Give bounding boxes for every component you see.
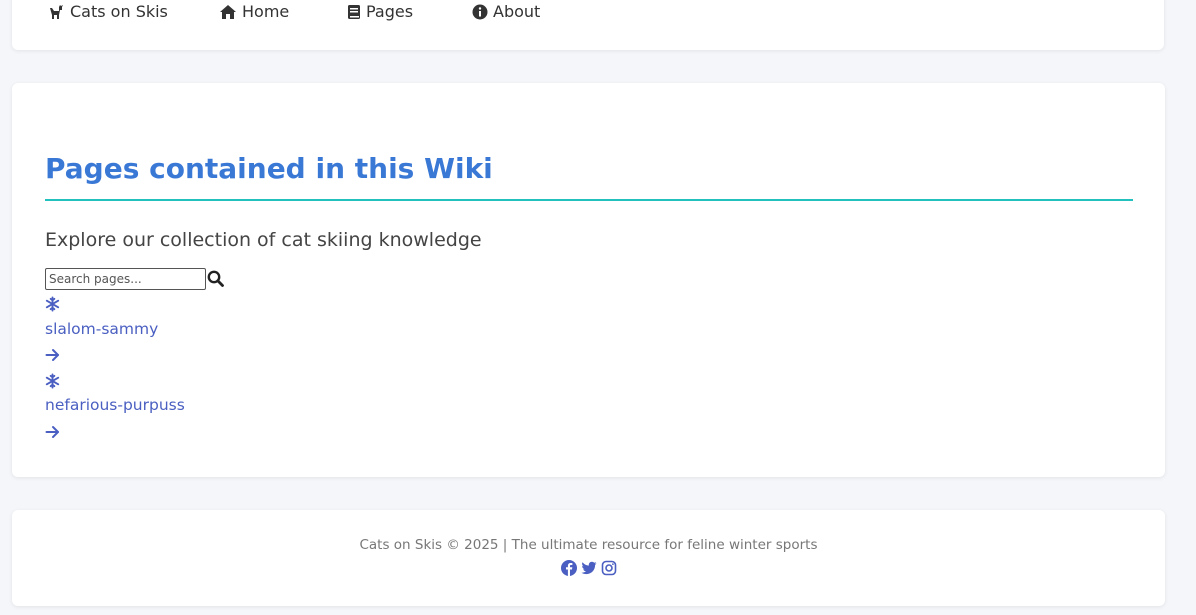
nav-item-pages-label: Pages [366, 2, 414, 21]
nav-item-about[interactable]: About [472, 0, 540, 23]
page-link-nefarious-purpuss[interactable]: nefarious-purpuss [45, 396, 185, 414]
top-navbar: Cats on Skis Home Pages About [12, 0, 1164, 50]
page-subtitle: Explore our collection of cat skiing kno… [45, 229, 482, 251]
footer-copyright: Cats on Skis © 2025 | The ultimate resou… [359, 537, 818, 553]
facebook-icon[interactable] [561, 560, 577, 576]
snowflake-icon [45, 373, 60, 389]
info-icon [472, 4, 488, 19]
title-divider [45, 199, 1133, 201]
nav-item-home-label: Home [242, 2, 290, 21]
page-title: Pages contained in this Wiki [45, 152, 493, 185]
instagram-icon[interactable] [601, 560, 617, 576]
snowflake-icon [45, 296, 60, 312]
search-input[interactable] [45, 268, 206, 290]
nav-item-pages[interactable]: Pages [347, 0, 413, 23]
nav-brand-label: Cats on Skis [70, 2, 168, 21]
page-link-slalom-sammy[interactable]: slalom-sammy [45, 320, 158, 338]
twitter-icon[interactable] [581, 560, 597, 576]
nav-item-home[interactable]: Home [219, 0, 289, 23]
home-icon [220, 4, 236, 19]
nav-item-about-label: About [493, 2, 541, 21]
nav-brand[interactable]: Cats on Skis [48, 0, 168, 23]
arrow-right-icon[interactable] [45, 425, 60, 439]
search-icon[interactable] [207, 270, 224, 287]
cat-icon [50, 4, 63, 19]
arrow-right-icon[interactable] [45, 348, 60, 362]
site-footer: Cats on Skis © 2025 | The ultimate resou… [12, 510, 1165, 606]
pages-panel: Pages contained in this Wiki Explore our… [12, 83, 1165, 477]
book-icon [348, 4, 360, 19]
